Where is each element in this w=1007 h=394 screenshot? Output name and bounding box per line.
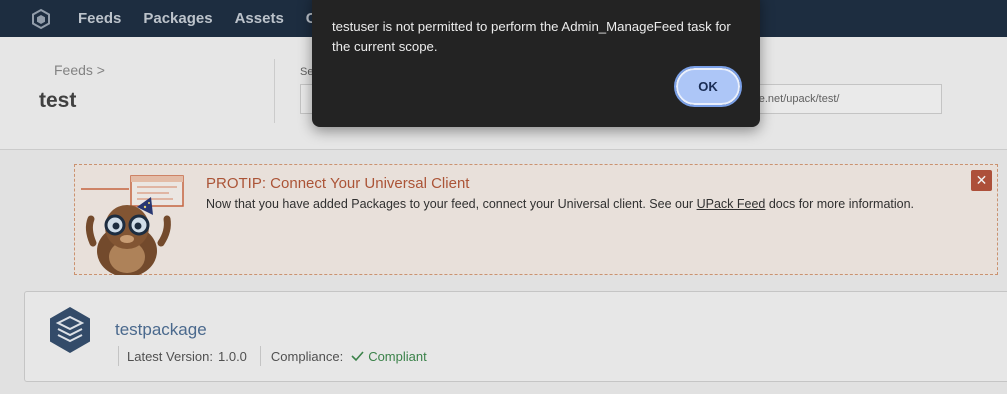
ok-button[interactable]: OK bbox=[674, 66, 742, 107]
dialog-message: testuser is not permitted to perform the… bbox=[332, 19, 731, 54]
permission-alert-dialog: testuser is not permitted to perform the… bbox=[312, 0, 760, 127]
